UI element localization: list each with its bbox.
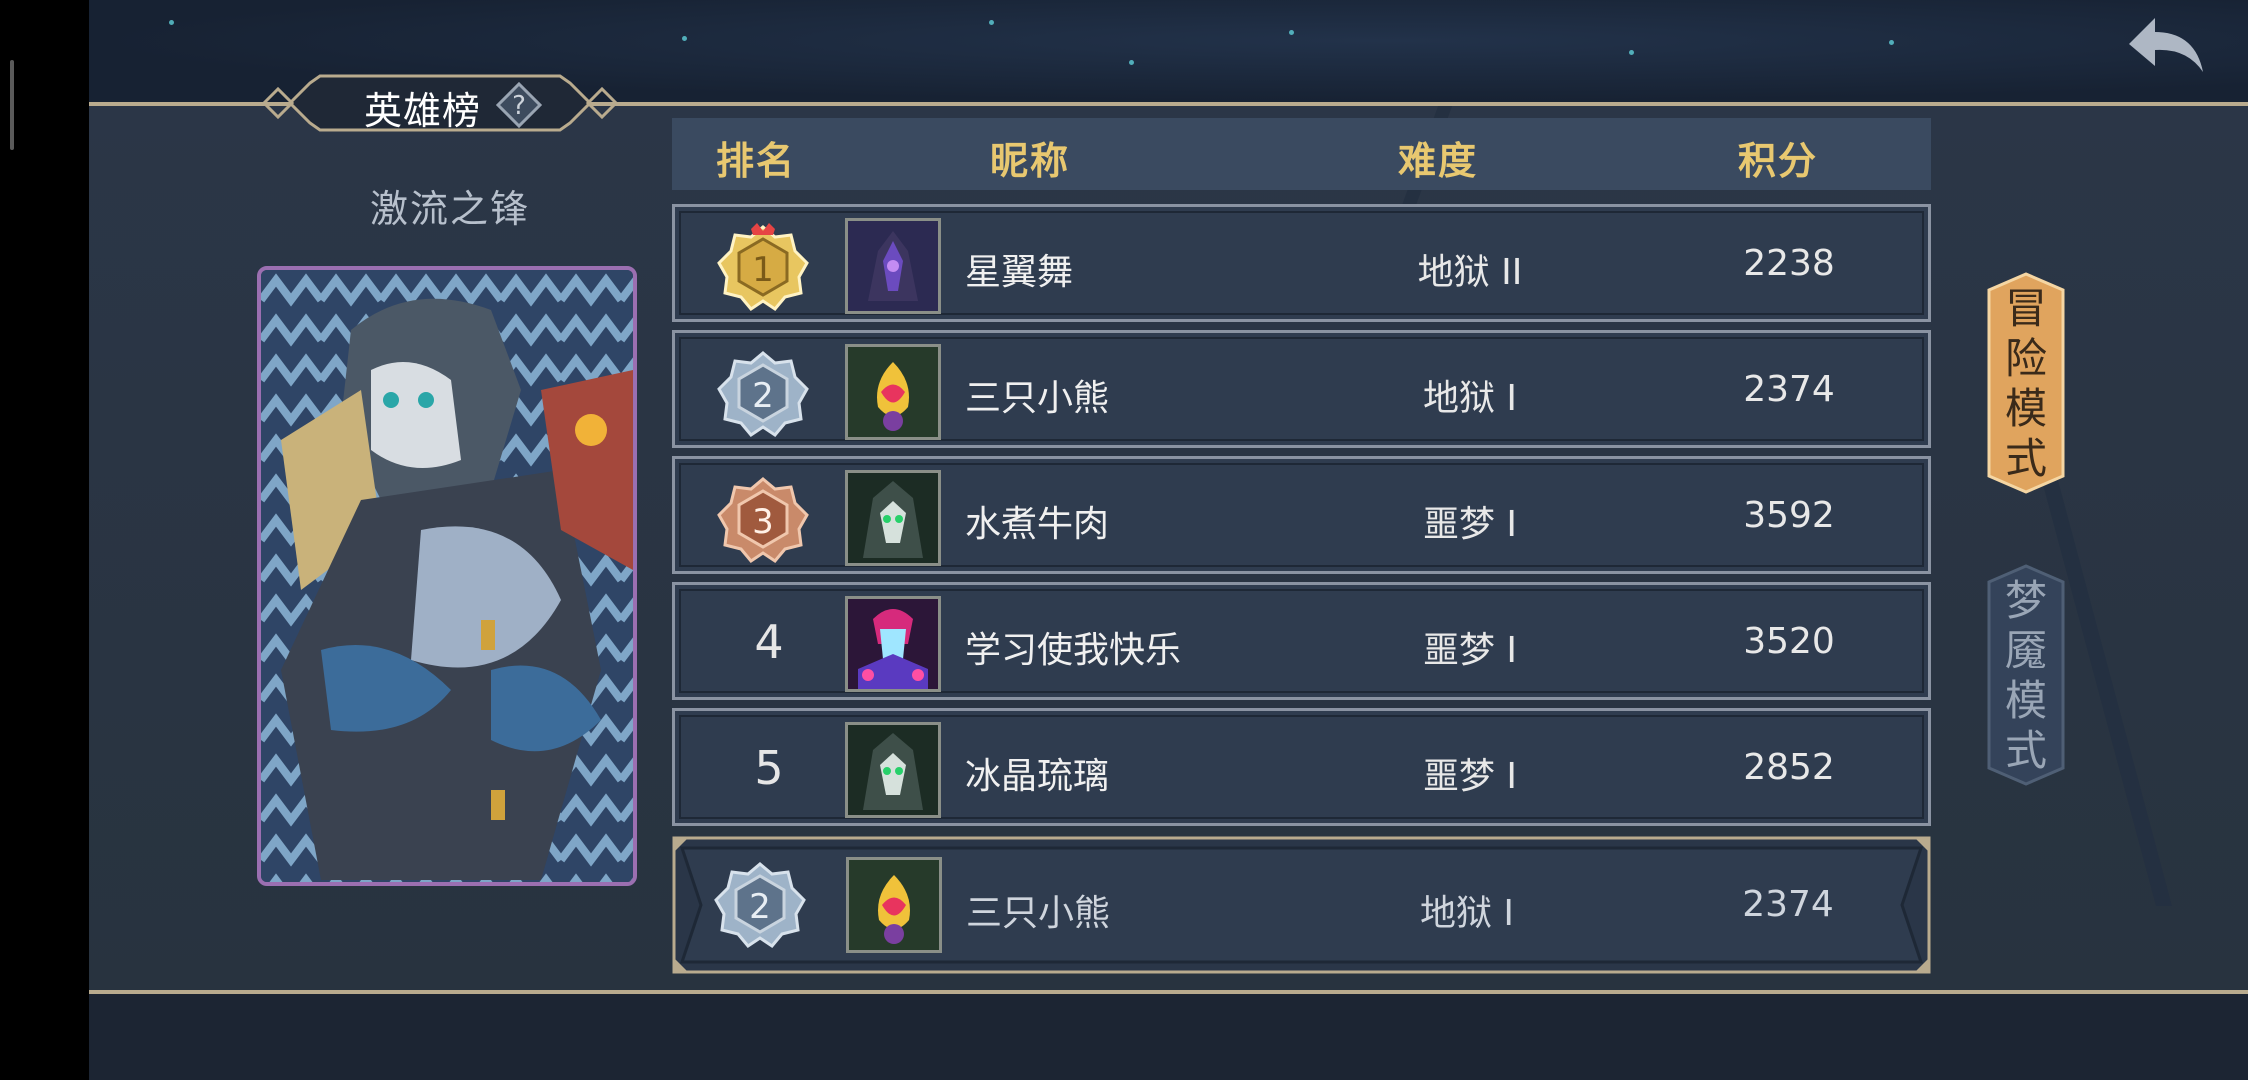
player-score: 2238 — [1743, 243, 1835, 284]
player-score: 2374 — [1743, 369, 1835, 410]
my-nickname: 三只小熊 — [966, 893, 1111, 934]
rank-number: 4 — [754, 615, 784, 669]
hero-name: 激流之锋 — [369, 187, 530, 231]
svg-text:3: 3 — [752, 502, 774, 542]
star — [169, 20, 174, 25]
header-difficulty: 难度 — [1398, 139, 1479, 183]
adventure-mode-tab[interactable]: 冒险模式 — [1985, 272, 2067, 494]
hero-portrait — [261, 270, 633, 882]
svg-text:2: 2 — [749, 887, 771, 927]
star — [682, 36, 687, 41]
player-difficulty: 噩梦 I — [1422, 504, 1518, 545]
back-arrow-icon — [2129, 18, 2203, 72]
player-avatar[interactable] — [845, 722, 941, 818]
svg-text:?: ? — [512, 91, 526, 121]
silver-medal-icon: 2 — [717, 351, 809, 437]
player-nickname: 三只小熊 — [965, 378, 1110, 419]
player-avatar[interactable] — [845, 470, 941, 566]
avatar-image — [849, 860, 939, 950]
leaderboard-title-plate: 英雄榜 — [261, 68, 619, 138]
table-row[interactable]: 1 星翼舞 地狱 II 2238 — [672, 204, 1931, 322]
player-nickname: 学习使我快乐 — [965, 630, 1182, 671]
header-rank: 排名 — [716, 139, 797, 183]
svg-text:1: 1 — [752, 250, 774, 290]
player-nickname: 星翼舞 — [965, 252, 1074, 293]
star — [1629, 50, 1634, 55]
player-difficulty: 地狱 II — [1417, 252, 1523, 293]
side-handle[interactable] — [10, 60, 14, 150]
player-nickname: 水煮牛肉 — [965, 504, 1110, 545]
help-button[interactable]: ? — [495, 81, 543, 129]
my-rank-row[interactable]: 2 三只小熊 地狱 I 2374 — [672, 836, 1931, 974]
silver-medal-icon: 2 — [714, 862, 806, 948]
gold-medal-icon: 1 — [717, 223, 809, 311]
rank-number: 5 — [754, 741, 784, 795]
bronze-medal-icon: 3 — [717, 477, 809, 563]
my-difficulty: 地狱 I — [1419, 893, 1515, 934]
star — [1889, 40, 1894, 45]
avatar-image — [848, 725, 938, 815]
star — [1289, 30, 1294, 35]
bottom-bar — [89, 994, 2248, 1080]
nightmare-mode-tab[interactable]: 梦魇模式 — [1985, 564, 2067, 786]
table-header: 排名 昵称 难度 积分 — [672, 118, 1931, 190]
avatar-image — [848, 473, 938, 563]
back-button[interactable] — [2125, 14, 2207, 76]
player-score: 3592 — [1743, 495, 1835, 536]
star — [989, 20, 994, 25]
player-score: 3520 — [1743, 621, 1835, 662]
nightmare-mode-label: 梦魇模式 — [2004, 576, 2047, 775]
left-edge — [0, 0, 89, 1080]
adventure-mode-label: 冒险模式 — [2004, 284, 2047, 483]
question-icon: ? — [495, 81, 543, 129]
player-difficulty: 地狱 I — [1422, 378, 1518, 419]
my-score: 2374 — [1742, 884, 1834, 925]
hero-portrait-card[interactable] — [257, 266, 637, 886]
svg-text:2: 2 — [752, 376, 774, 416]
player-nickname: 冰晶琉璃 — [965, 756, 1110, 797]
player-difficulty: 噩梦 I — [1422, 756, 1518, 797]
table-row[interactable]: 4 学习使我快乐 噩梦 I 3520 — [672, 582, 1931, 700]
avatar-image — [848, 599, 938, 689]
player-avatar[interactable] — [845, 596, 941, 692]
my-avatar[interactable] — [846, 857, 942, 953]
header-score: 积分 — [1738, 139, 1819, 183]
player-difficulty: 噩梦 I — [1422, 630, 1518, 671]
star — [1129, 60, 1134, 65]
avatar-image — [848, 347, 938, 437]
avatar-image — [848, 221, 938, 311]
header-nickname: 昵称 — [990, 139, 1071, 183]
player-score: 2852 — [1743, 747, 1835, 788]
table-row[interactable]: 2 三只小熊 地狱 I 2374 — [672, 330, 1931, 448]
player-avatar[interactable] — [845, 218, 941, 314]
page-title: 英雄榜 — [364, 89, 482, 133]
player-avatar[interactable] — [845, 344, 941, 440]
table-row[interactable]: 5 冰晶琉璃 噩梦 I 2852 — [672, 708, 1931, 826]
table-row[interactable]: 3 水煮牛肉 噩梦 I 3592 — [672, 456, 1931, 574]
